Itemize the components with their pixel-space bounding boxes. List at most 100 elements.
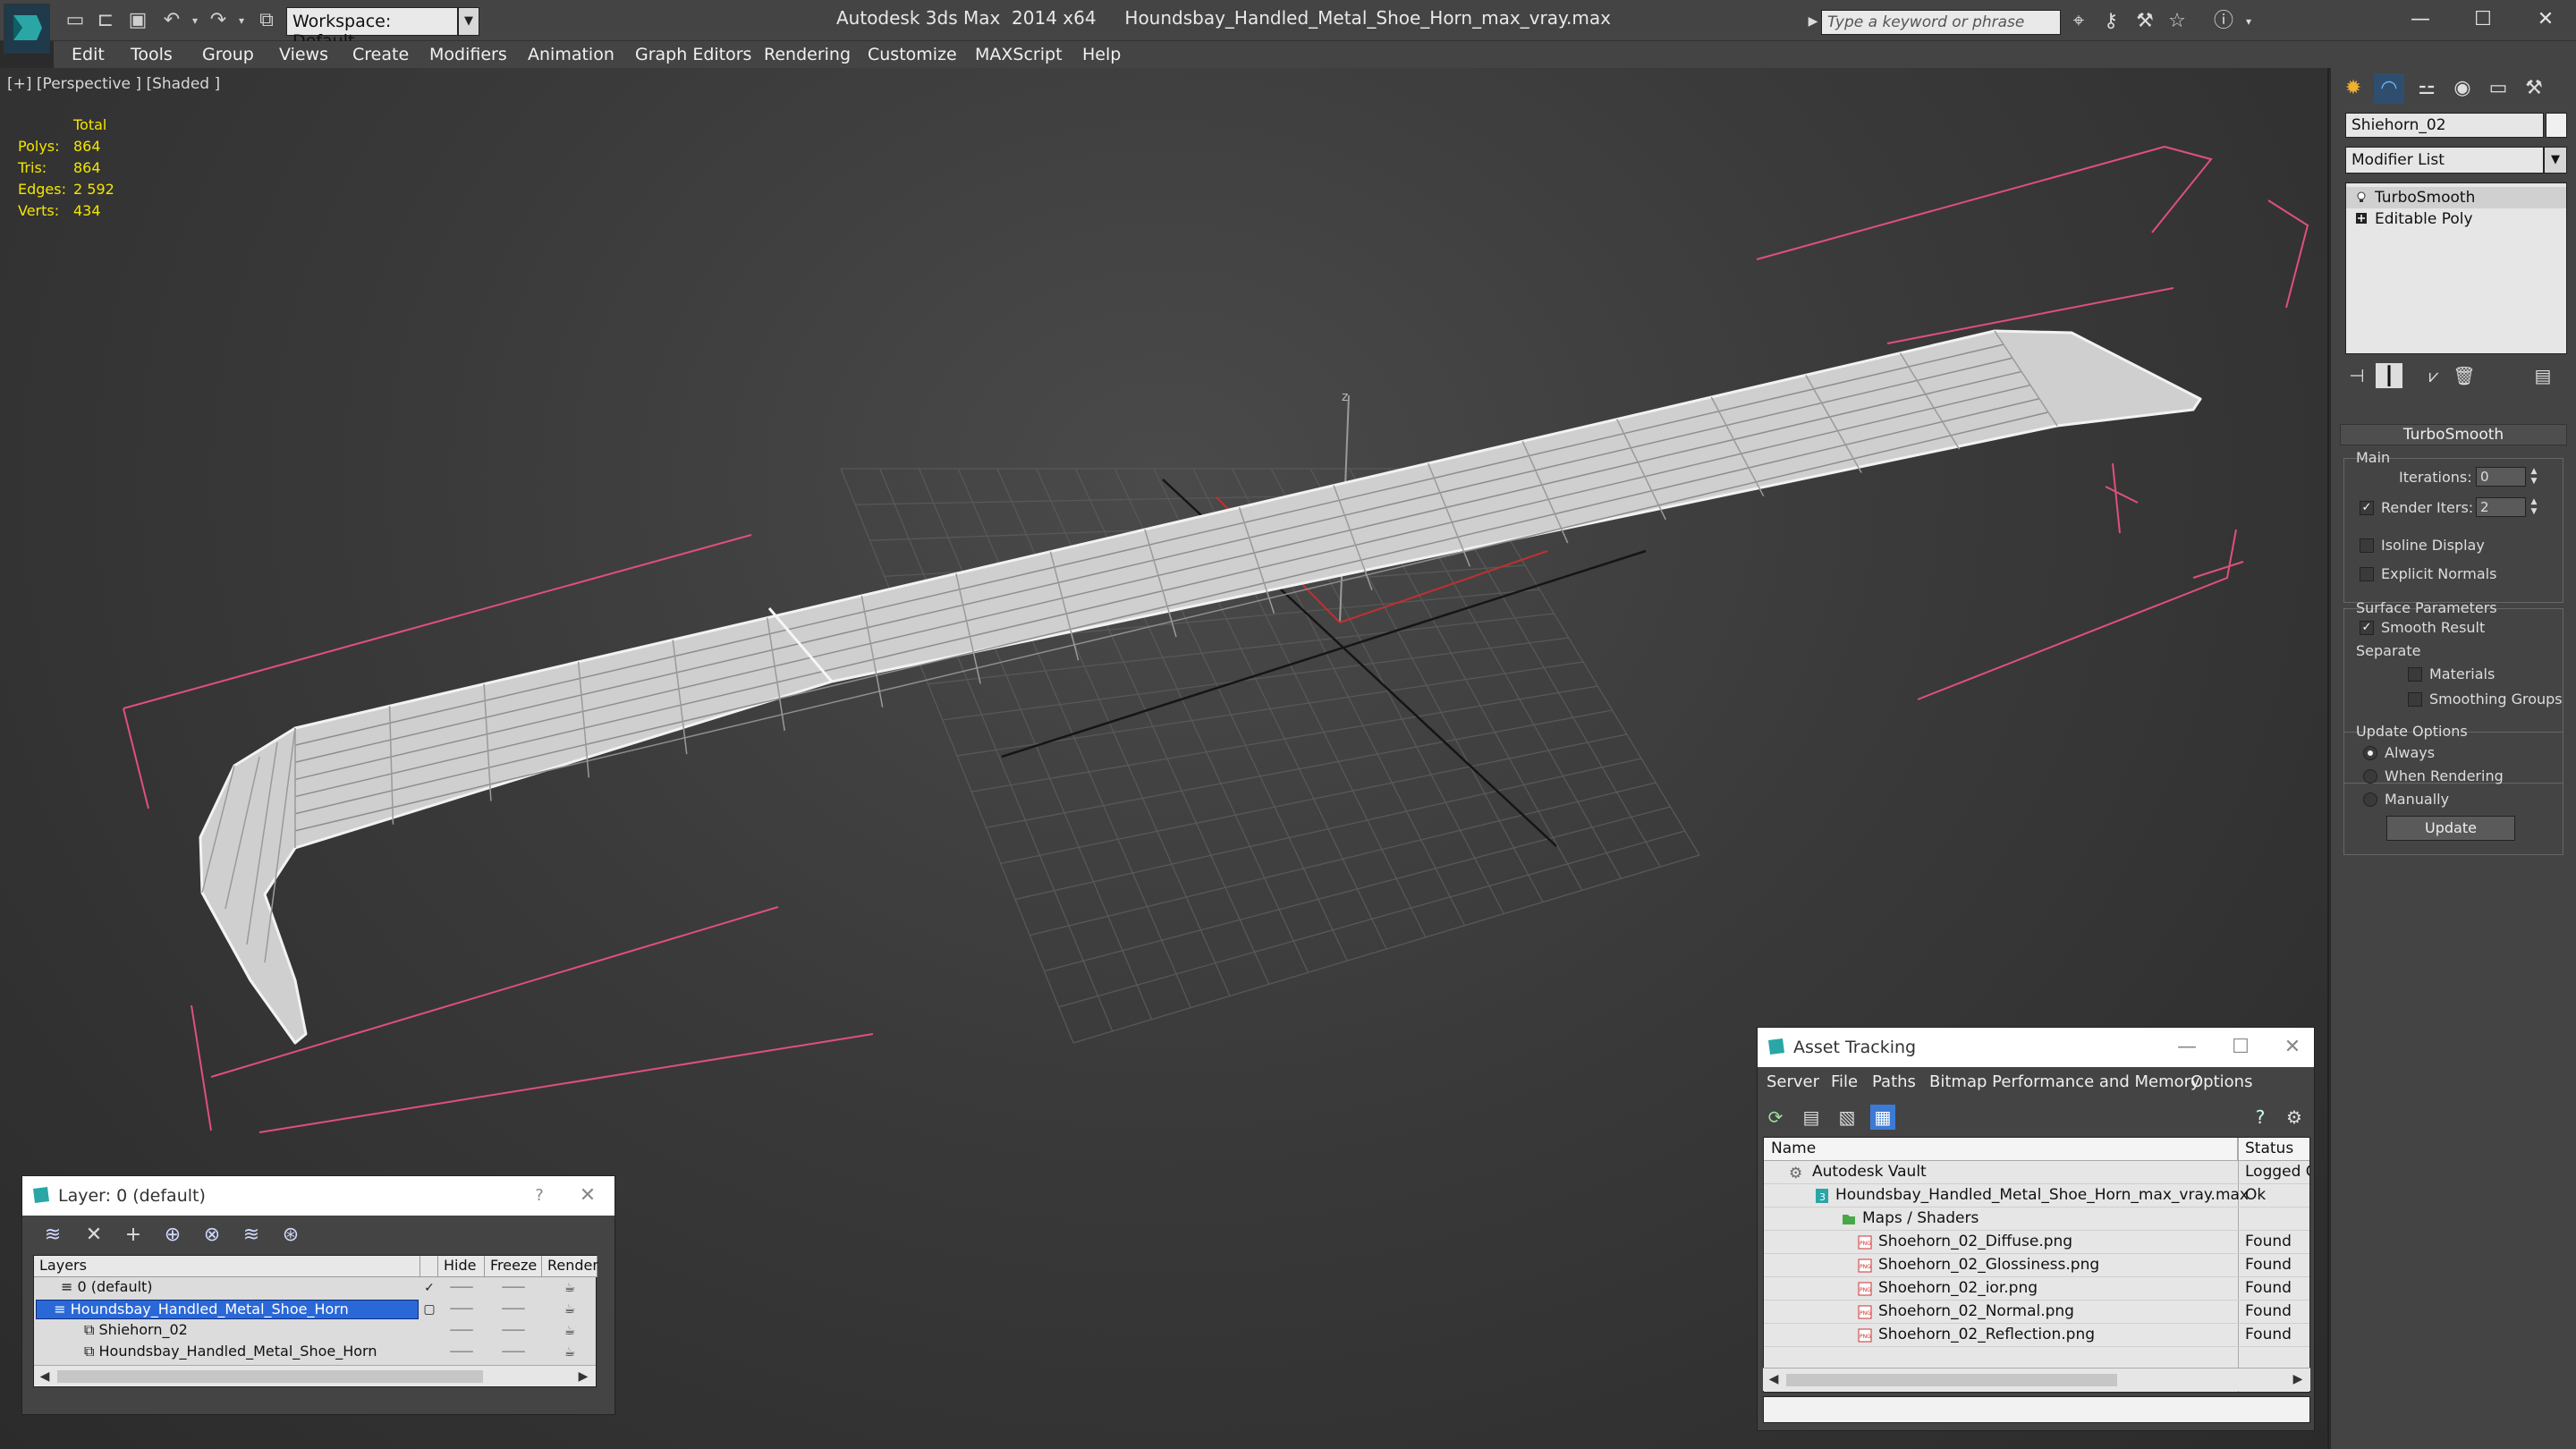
menu-views[interactable]: Views bbox=[279, 45, 328, 64]
asset-menu-file[interactable]: File bbox=[1831, 1072, 1858, 1091]
new-file-icon[interactable]: ▭ bbox=[64, 11, 86, 30]
layer-help-button[interactable]: ? bbox=[521, 1176, 557, 1216]
help-dropdown-icon[interactable]: ▾ bbox=[2236, 10, 2261, 33]
smooth-result-checkbox[interactable]: ✓ bbox=[2360, 621, 2374, 635]
separate-materials-checkbox[interactable] bbox=[2408, 667, 2422, 682]
create-tab-icon[interactable]: ✹ bbox=[2338, 73, 2368, 104]
close-icon[interactable]: ✕ bbox=[2519, 4, 2572, 36]
menu-tools[interactable]: Tools bbox=[131, 45, 173, 64]
lightbulb-icon[interactable] bbox=[2355, 191, 2368, 203]
current-layer-check-icon[interactable]: ✓ bbox=[420, 1279, 438, 1297]
freeze-toggle-icon[interactable]: ─── bbox=[485, 1301, 542, 1318]
save-file-icon[interactable]: ▣ bbox=[127, 11, 148, 30]
hide-toggle-icon[interactable]: ─── bbox=[438, 1343, 485, 1361]
asset-menu-paths[interactable]: Paths bbox=[1872, 1072, 1916, 1091]
separate-smoothing-groups-checkbox[interactable] bbox=[2408, 692, 2422, 707]
asset-row[interactable]: 3 Houndsbay_Handled_Metal_Shoe_Horn_max_… bbox=[1764, 1184, 2309, 1208]
remove-modifier-icon[interactable]: 🗑 bbox=[2451, 363, 2478, 388]
display-tab-icon[interactable]: ▭ bbox=[2483, 73, 2513, 104]
render-iters-spin-arrows-icon[interactable]: ▲ ▼ bbox=[2528, 497, 2540, 517]
undo-dropdown-icon[interactable]: ▾ bbox=[184, 11, 206, 30]
asset-help-icon[interactable]: ? bbox=[2248, 1105, 2273, 1130]
asset-row[interactable]: Maps / Shaders bbox=[1764, 1208, 2309, 1231]
utilities-tab-icon[interactable]: ⚒ bbox=[2519, 73, 2549, 104]
binoculars-icon[interactable]: ⌖ bbox=[2066, 10, 2091, 33]
project-folder-icon[interactable]: ⧉ bbox=[256, 11, 277, 30]
col-render[interactable]: Render bbox=[542, 1256, 598, 1277]
asset-close-icon[interactable]: ✕ bbox=[2275, 1028, 2310, 1067]
object-name-field[interactable]: Shiehorn_02 bbox=[2345, 113, 2544, 138]
asset-settings-icon[interactable]: ⚙ bbox=[2282, 1105, 2307, 1130]
hide-toggle-icon[interactable]: ─── bbox=[438, 1279, 485, 1297]
isoline-display-checkbox[interactable] bbox=[2360, 538, 2374, 553]
modifier-list-dropdown[interactable]: Modifier List bbox=[2345, 147, 2544, 174]
col-status[interactable]: Status bbox=[2238, 1138, 2309, 1161]
highlight-layer-icon[interactable]: ⊗ bbox=[199, 1223, 225, 1248]
scroll-left-icon[interactable]: ◀ bbox=[1765, 1370, 1783, 1388]
update-when-rendering-radio[interactable] bbox=[2363, 769, 2377, 784]
asset-menu-bitmap-performance[interactable]: Bitmap Performance and Memory bbox=[1929, 1072, 2200, 1091]
col-name[interactable]: Name bbox=[1764, 1138, 2238, 1161]
hierarchy-tab-icon[interactable]: ⚍ bbox=[2411, 73, 2442, 104]
menu-modifiers[interactable]: Modifiers bbox=[429, 45, 507, 64]
freeze-toggle-icon[interactable]: ─── bbox=[485, 1279, 542, 1297]
asset-hscrollbar[interactable]: ◀ ▶ bbox=[1763, 1368, 2310, 1391]
menu-edit[interactable]: Edit bbox=[72, 45, 105, 64]
turbosmooth-rollout[interactable]: TurboSmooth bbox=[2340, 424, 2567, 445]
asset-row[interactable]: PNG Shoehorn_02_Diffuse.png Found bbox=[1764, 1231, 2309, 1254]
layer-row[interactable]: ≡ Houndsbay_Handled_Metal_Shoe_Horn ▢ ──… bbox=[34, 1299, 596, 1320]
add-to-layer-icon[interactable]: + bbox=[121, 1223, 146, 1248]
hide-all-layers-icon[interactable]: ≋ bbox=[239, 1223, 264, 1248]
expand-plus-icon[interactable] bbox=[2355, 212, 2368, 225]
iterations-spin-arrows-icon[interactable]: ▲ ▼ bbox=[2528, 467, 2540, 487]
search-input[interactable]: Type a keyword or phrase bbox=[1821, 10, 2061, 35]
update-button[interactable]: Update bbox=[2386, 816, 2515, 841]
stack-item-editable-poly[interactable]: Editable Poly bbox=[2346, 208, 2566, 230]
asset-menu-server[interactable]: Server bbox=[1767, 1072, 1819, 1091]
col-hide[interactable]: Hide bbox=[438, 1256, 485, 1277]
layer-row[interactable]: ⧉ Houndsbay_Handled_Metal_Shoe_Horn ─── … bbox=[34, 1342, 596, 1363]
render-iters-spinner[interactable]: 2 bbox=[2476, 497, 2526, 517]
asset-maximize-icon[interactable]: ☐ bbox=[2223, 1028, 2258, 1067]
workspace-select[interactable]: Workspace: Default bbox=[286, 7, 458, 51]
stack-item-turbosmooth[interactable]: TurboSmooth bbox=[2346, 187, 2566, 208]
minimize-icon[interactable]: — bbox=[2394, 4, 2447, 36]
hide-toggle-icon[interactable]: ─── bbox=[438, 1301, 485, 1318]
help-icon[interactable]: ⓘ bbox=[2211, 10, 2236, 33]
redo-icon[interactable]: ↷ bbox=[208, 11, 229, 30]
show-end-result-icon[interactable]: ┃ bbox=[2376, 363, 2402, 388]
scroll-thumb[interactable] bbox=[57, 1370, 483, 1383]
layer-row[interactable]: ⧉ Shiehorn_02 ─── ─── ☕ bbox=[34, 1320, 596, 1342]
exchange-icon[interactable]: ⚒ bbox=[2132, 10, 2157, 33]
render-toggle-icon[interactable]: ☕ bbox=[542, 1343, 597, 1361]
freeze-toggle-icon[interactable]: ─── bbox=[485, 1343, 542, 1361]
refresh-icon[interactable]: ⟳ bbox=[1763, 1105, 1788, 1130]
asset-row[interactable]: PNG Shoehorn_02_Reflection.png Found bbox=[1764, 1324, 2309, 1347]
redo-dropdown-icon[interactable]: ▾ bbox=[231, 11, 252, 30]
update-manually-radio[interactable] bbox=[2363, 792, 2377, 807]
menu-customize[interactable]: Customize bbox=[868, 45, 957, 64]
list-view-icon[interactable]: ▤ bbox=[1799, 1105, 1824, 1130]
render-toggle-icon[interactable]: ☕ bbox=[542, 1279, 597, 1297]
menu-create[interactable]: Create bbox=[352, 45, 409, 64]
menu-animation[interactable]: Animation bbox=[528, 45, 614, 64]
render-toggle-icon[interactable]: ☕ bbox=[542, 1322, 597, 1340]
thumbnail-view-icon[interactable]: ▧ bbox=[1835, 1105, 1860, 1130]
hide-toggle-icon[interactable]: ─── bbox=[438, 1322, 485, 1340]
asset-minimize-icon[interactable]: — bbox=[2169, 1028, 2205, 1067]
modifier-list-arrow-icon[interactable]: ▼ bbox=[2544, 147, 2567, 174]
pin-stack-icon[interactable]: ⊣ bbox=[2343, 363, 2370, 388]
menu-help[interactable]: Help bbox=[1082, 45, 1121, 64]
asset-row[interactable]: PNG Shoehorn_02_ior.png Found bbox=[1764, 1277, 2309, 1301]
layer-close-icon[interactable]: ✕ bbox=[570, 1176, 606, 1216]
undo-icon[interactable]: ↶ bbox=[161, 11, 182, 30]
configure-sets-icon[interactable]: ▤ bbox=[2529, 363, 2556, 388]
layer-hscrollbar[interactable]: ◀ ▶ bbox=[34, 1365, 596, 1386]
iterations-spinner[interactable]: 0 bbox=[2476, 467, 2526, 487]
asset-row[interactable]: PNG Shoehorn_02_Normal.png Found bbox=[1764, 1301, 2309, 1324]
table-view-icon[interactable]: ▦ bbox=[1870, 1105, 1895, 1130]
app-menu-button[interactable] bbox=[4, 4, 50, 54]
asset-menu-options[interactable]: Options bbox=[2190, 1072, 2252, 1091]
freeze-toggle-icon[interactable]: ─── bbox=[485, 1322, 542, 1340]
update-always-radio[interactable] bbox=[2363, 746, 2377, 760]
